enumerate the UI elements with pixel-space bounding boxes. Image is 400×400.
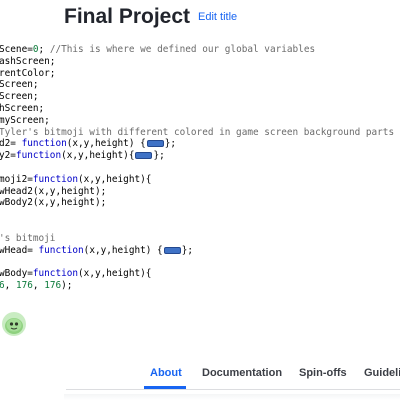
tab-documentation[interactable]: Documentation bbox=[202, 367, 282, 379]
code-line[interactable]: myScreen; bbox=[0, 115, 394, 127]
code-token: 's bitmoji bbox=[0, 232, 56, 244]
code-token: ; bbox=[38, 44, 50, 55]
code-token: }; bbox=[153, 150, 165, 162]
code-line[interactable]: Scene=0; //This is where we defined our … bbox=[0, 44, 394, 56]
code-token: Screen; bbox=[0, 79, 39, 91]
code-token: function bbox=[38, 244, 84, 256]
code-line[interactable]: rentColor; bbox=[0, 68, 394, 80]
user-avatar[interactable] bbox=[2, 312, 26, 336]
code-line[interactable]: moji2=function(x,y,height){ bbox=[0, 174, 394, 186]
code-token: myScreen; bbox=[0, 114, 50, 126]
tab-bar-divider bbox=[66, 389, 400, 390]
code-fold-marker[interactable] bbox=[163, 246, 181, 254]
code-line[interactable]: 6, 176, 176); bbox=[0, 280, 394, 292]
code-line[interactable]: Tyler's bitmoji with different colored i… bbox=[0, 127, 394, 139]
code-token: (x,y,height) { bbox=[83, 244, 163, 256]
code-line[interactable] bbox=[0, 162, 394, 174]
tab-about[interactable]: About bbox=[150, 367, 182, 379]
code-token: ); bbox=[61, 279, 73, 291]
code-token: //This is where we defined our global va… bbox=[49, 44, 316, 55]
tab-spin-offs[interactable]: Spin-offs bbox=[299, 367, 347, 379]
code-token: function bbox=[21, 138, 67, 150]
code-token: Screen; bbox=[0, 91, 39, 103]
code-line[interactable]: Screen; bbox=[0, 79, 394, 91]
project-header: Final Project Edit title bbox=[0, 0, 400, 40]
code-token: Scene= bbox=[0, 44, 33, 55]
code-content[interactable]: Scene=0; //This is where we defined our … bbox=[0, 44, 394, 292]
content-edge bbox=[64, 394, 400, 400]
code-line[interactable]: Screen; bbox=[0, 91, 394, 103]
code-token: (x,y,height){ bbox=[78, 173, 152, 185]
code-line[interactable]: wHead= function(x,y,height) {}; bbox=[0, 245, 394, 257]
code-token: 176 bbox=[15, 279, 33, 291]
code-line[interactable]: wBody=function(x,y,height){ bbox=[0, 268, 394, 280]
code-token: d2= bbox=[0, 138, 22, 150]
code-token: wHead= bbox=[0, 244, 39, 256]
edit-title-link[interactable]: Edit title bbox=[198, 11, 237, 23]
code-line[interactable]: ashScreen; bbox=[0, 56, 394, 68]
code-token: (x,y,height){ bbox=[78, 268, 152, 280]
code-token: function bbox=[32, 173, 79, 185]
page-title: Final Project bbox=[64, 5, 191, 28]
code-token: wBody= bbox=[0, 268, 33, 280]
tab-bar: About Documentation Spin-offs Guidelin bbox=[0, 352, 400, 400]
code-token: function bbox=[32, 268, 79, 280]
code-fold-marker[interactable] bbox=[135, 152, 153, 160]
tab-guidelines[interactable]: Guidelin bbox=[364, 367, 400, 379]
code-line[interactable] bbox=[0, 209, 394, 221]
code-line[interactable] bbox=[0, 256, 394, 268]
code-fold-marker[interactable] bbox=[146, 140, 164, 148]
code-token: , bbox=[32, 279, 45, 291]
code-token: wBody2(x,y,height); bbox=[0, 197, 107, 209]
code-line[interactable] bbox=[0, 221, 394, 233]
code-line[interactable]: wHead2(x,y,height); bbox=[0, 186, 394, 198]
code-token: ashScreen; bbox=[0, 55, 56, 67]
code-editor[interactable]: Scene=0; //This is where we defined our … bbox=[0, 42, 400, 304]
code-line[interactable]: hScreen; bbox=[0, 103, 394, 115]
code-token: }; bbox=[181, 244, 193, 256]
code-line[interactable]: y2=function(x,y,height){}; bbox=[0, 150, 394, 162]
code-token: (x,y,height) { bbox=[66, 138, 146, 150]
code-token: (x,y,height){ bbox=[61, 150, 135, 162]
code-token: 176 bbox=[44, 279, 62, 291]
code-token: hScreen; bbox=[0, 102, 45, 114]
code-line[interactable]: wBody2(x,y,height); bbox=[0, 197, 394, 209]
code-line[interactable]: 's bitmoji bbox=[0, 233, 394, 245]
code-token: }; bbox=[164, 138, 177, 150]
code-line[interactable]: d2= function(x,y,height) {}; bbox=[0, 138, 394, 150]
code-token: wHead2(x,y,height); bbox=[0, 185, 107, 197]
code-token: function bbox=[15, 150, 62, 162]
code-token: moji2= bbox=[0, 173, 33, 185]
code-token: Tyler's bitmoji with different colored i… bbox=[0, 126, 395, 138]
code-token: y2= bbox=[0, 150, 16, 162]
active-tab-indicator bbox=[144, 386, 186, 389]
code-token: rentColor; bbox=[0, 67, 56, 79]
code-token: , bbox=[4, 279, 16, 291]
green-blob-avatar-icon bbox=[5, 318, 23, 334]
